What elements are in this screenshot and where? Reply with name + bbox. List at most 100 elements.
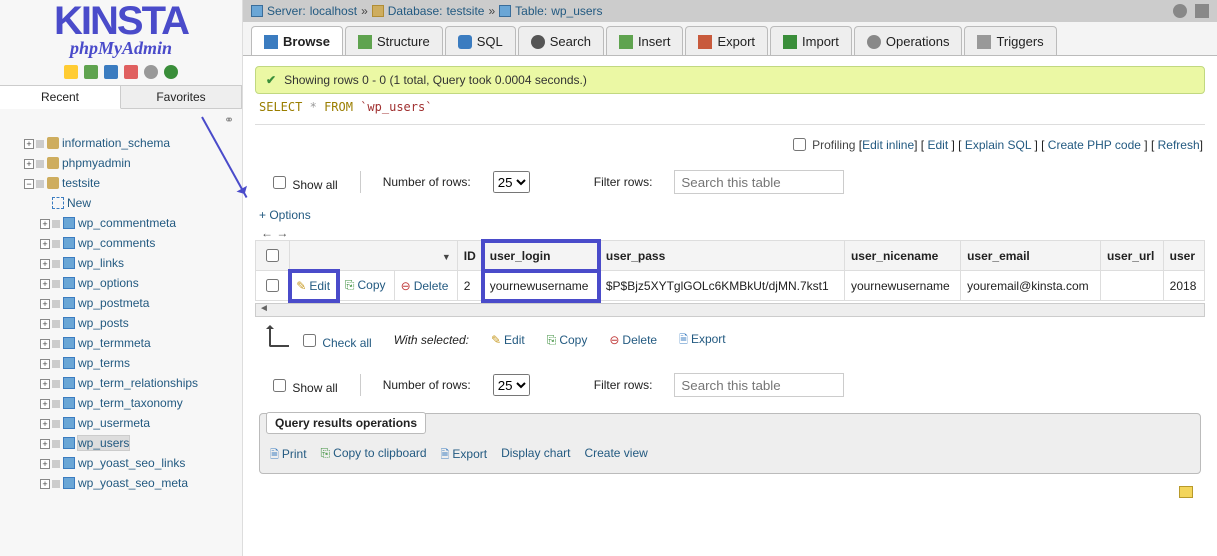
- tree-table[interactable]: wp_comments: [78, 236, 155, 250]
- qro-export[interactable]: Export: [441, 446, 488, 465]
- qro-view[interactable]: Create view: [584, 446, 647, 465]
- check-all-checkbox[interactable]: [303, 334, 316, 347]
- link-icon[interactable]: ⚭: [224, 113, 234, 127]
- batch-edit[interactable]: Edit: [491, 333, 525, 347]
- row-edit[interactable]: Edit: [296, 279, 330, 293]
- tree-toggle[interactable]: +: [40, 219, 50, 229]
- tree-table[interactable]: wp_yoast_seo_meta: [78, 476, 188, 490]
- tree-toggle[interactable]: +: [40, 299, 50, 309]
- tab-insert[interactable]: Insert: [606, 26, 684, 55]
- num-rows-select[interactable]: 25: [493, 171, 530, 193]
- tree-db[interactable]: phpmyadmin: [62, 156, 131, 170]
- tab-export[interactable]: Export: [685, 26, 768, 55]
- horizontal-scrollbar[interactable]: [255, 303, 1205, 317]
- tree-toggle[interactable]: −: [24, 179, 34, 189]
- tab-browse[interactable]: Browse: [251, 26, 343, 55]
- tree-toggle[interactable]: +: [24, 139, 34, 149]
- tree-table[interactable]: wp_links: [78, 256, 124, 270]
- batch-copy[interactable]: Copy: [547, 333, 588, 348]
- tree-table[interactable]: wp_usermeta: [78, 416, 150, 430]
- settings-gear-icon[interactable]: [1173, 4, 1187, 18]
- collapse-icon[interactable]: [1195, 4, 1209, 18]
- tab-search[interactable]: Search: [518, 26, 604, 55]
- tree-table[interactable]: wp_posts: [78, 316, 129, 330]
- breadcrumb-server[interactable]: localhost: [310, 4, 357, 18]
- edit-link[interactable]: Edit: [927, 138, 948, 152]
- reload-icon[interactable]: [164, 65, 178, 79]
- check-all-wrap[interactable]: Check all: [299, 331, 372, 350]
- tree-table[interactable]: wp_options: [78, 276, 139, 290]
- refresh-link[interactable]: Refresh: [1158, 138, 1200, 152]
- col-user_nicename[interactable]: user_nicename: [844, 241, 960, 271]
- profiling-checkbox[interactable]: [793, 138, 806, 151]
- tree-db[interactable]: information_schema: [62, 136, 170, 150]
- tree-table[interactable]: wp_term_taxonomy: [78, 396, 183, 410]
- sort-arrows[interactable]: ← →: [261, 226, 288, 240]
- tree-toggle[interactable]: +: [40, 479, 50, 489]
- logout-icon[interactable]: [84, 65, 98, 79]
- explain-sql-link[interactable]: Explain SQL: [965, 138, 1031, 152]
- tree-toggle[interactable]: +: [40, 319, 50, 329]
- tree-table[interactable]: wp_terms: [78, 356, 130, 370]
- batch-export[interactable]: Export: [679, 331, 726, 350]
- col-user_email[interactable]: user_email: [961, 241, 1101, 271]
- tree-toggle[interactable]: +: [40, 239, 50, 249]
- col-user[interactable]: user: [1163, 241, 1204, 271]
- show-all-wrap[interactable]: Show all: [269, 173, 338, 192]
- qro-print[interactable]: Print: [270, 446, 307, 465]
- tree-new[interactable]: New: [67, 196, 91, 210]
- qro-chart[interactable]: Display chart: [501, 446, 570, 465]
- logo[interactable]: KINSTA phpMyAdmin: [0, 0, 242, 61]
- col-user_pass[interactable]: user_pass: [599, 241, 844, 271]
- create-php-link[interactable]: Create PHP code: [1048, 138, 1141, 152]
- col-ID[interactable]: ID: [457, 241, 483, 271]
- tree-toggle[interactable]: +: [40, 359, 50, 369]
- home-icon[interactable]: [64, 65, 78, 79]
- gear-icon[interactable]: [144, 65, 158, 79]
- batch-delete[interactable]: Delete: [609, 333, 657, 347]
- tree-table[interactable]: wp_users: [78, 436, 129, 450]
- tree-table[interactable]: wp_postmeta: [78, 296, 149, 310]
- tree-table[interactable]: wp_term_relationships: [78, 376, 198, 390]
- tree-table[interactable]: wp_yoast_seo_links: [78, 456, 185, 470]
- show-all-checkbox[interactable]: [273, 176, 286, 189]
- col-user_url[interactable]: user_url: [1100, 241, 1163, 271]
- tab-structure[interactable]: Structure: [345, 26, 443, 55]
- tree-toggle[interactable]: +: [40, 459, 50, 469]
- qro-clip[interactable]: Copy to clipboard: [321, 446, 427, 465]
- options-toggle[interactable]: + Options: [255, 208, 1205, 226]
- tree-toggle[interactable]: +: [24, 159, 34, 169]
- row-delete[interactable]: Delete: [401, 279, 449, 293]
- tab-sql[interactable]: SQL: [445, 26, 516, 55]
- tree-toggle[interactable]: +: [40, 379, 50, 389]
- bookmark-icon[interactable]: [1179, 486, 1193, 498]
- tab-recent[interactable]: Recent: [0, 86, 121, 109]
- show-all-checkbox-2[interactable]: [273, 379, 286, 392]
- tab-operations[interactable]: Operations: [854, 26, 963, 55]
- tree-toggle[interactable]: +: [40, 439, 50, 449]
- edit-inline-link[interactable]: Edit inline: [862, 138, 914, 152]
- row-checkbox[interactable]: [266, 279, 279, 292]
- tree-toggle[interactable]: +: [40, 259, 50, 269]
- tab-import[interactable]: Import: [770, 26, 852, 55]
- row-copy[interactable]: Copy: [345, 278, 386, 292]
- col-user_login[interactable]: user_login: [483, 241, 599, 271]
- tree-table[interactable]: wp_commentmeta: [78, 216, 176, 230]
- nav-settings-icon[interactable]: [124, 65, 138, 79]
- tree-toggle[interactable]: +: [40, 399, 50, 409]
- select-all-rows[interactable]: [266, 249, 279, 262]
- breadcrumb-table[interactable]: wp_users: [551, 4, 602, 18]
- num-rows-select-2[interactable]: 25: [493, 374, 530, 396]
- tree-toggle[interactable]: +: [40, 339, 50, 349]
- filter-input-2[interactable]: [674, 373, 844, 397]
- tab-triggers[interactable]: Triggers: [964, 26, 1056, 55]
- breadcrumb-db[interactable]: testsite: [446, 4, 484, 18]
- tree-toggle[interactable]: +: [40, 419, 50, 429]
- tab-favorites[interactable]: Favorites: [121, 86, 242, 109]
- tree-toggle[interactable]: +: [40, 279, 50, 289]
- actions-header[interactable]: [290, 241, 457, 271]
- tree-db[interactable]: testsite: [62, 176, 100, 190]
- docs-icon[interactable]: [104, 65, 118, 79]
- tree-table[interactable]: wp_termmeta: [78, 336, 151, 350]
- filter-input[interactable]: [674, 170, 844, 194]
